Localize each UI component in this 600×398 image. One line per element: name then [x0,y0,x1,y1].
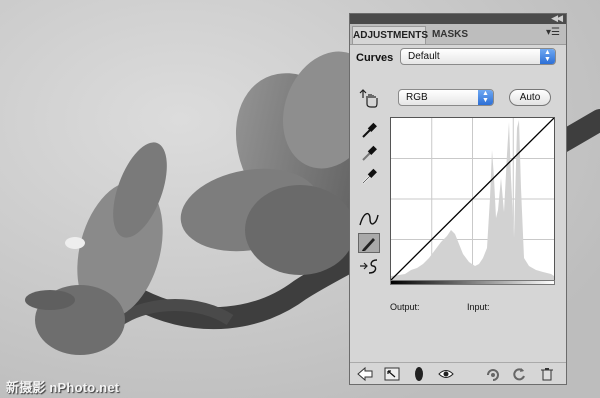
double-chevron-right-icon[interactable]: ◀◀ [551,13,563,24]
input-gradient-bar [390,280,555,285]
smooth-curve-icon[interactable] [358,256,380,276]
panel-menu-icon[interactable]: ▾☰ [546,27,560,38]
curves-plot [390,117,555,281]
up-down-arrows-icon: ▲ ▼ [540,49,555,64]
panel-footer [350,362,566,385]
up-down-arrows-icon: ▲ ▼ [478,90,493,105]
curves-label: Curves [356,52,394,64]
pencil-draw-icon[interactable] [358,233,380,253]
black-eyedropper-icon[interactable] [358,120,380,140]
trash-icon[interactable] [538,365,556,383]
output-label: Output: [390,302,420,312]
gray-eyedropper-icon[interactable] [358,143,380,163]
auto-button[interactable]: Auto [509,89,551,106]
panel-title-bar[interactable]: ◀◀ [350,13,566,24]
previous-state-icon[interactable] [484,365,502,383]
back-arrow-icon[interactable] [356,365,374,383]
adjustments-panel: ◀◀ ADJUSTMENTS MASKS ▾☰ Curves Default ▲… [349,13,567,385]
channel-select[interactable]: RGB ▲ ▼ [398,89,494,106]
curves-graph[interactable] [390,117,555,281]
curve-point-icon[interactable] [358,209,380,229]
preset-select-value: Default [408,51,440,62]
tab-masks[interactable]: MASKS [430,26,470,44]
reset-icon[interactable] [510,365,528,383]
expand-view-icon[interactable] [383,365,401,383]
on-image-adjust-icon[interactable] [358,88,380,108]
clip-layer-icon[interactable] [410,365,428,383]
visibility-eye-icon[interactable] [437,365,455,383]
white-eyedropper-icon[interactable] [358,166,380,186]
tab-adjustments[interactable]: ADJUSTMENTS [352,26,428,44]
image-canvas[interactable]: 新摄影 nPhoto.net ◀◀ ADJUSTMENTS MASKS ▾☰ C… [0,0,600,398]
panel-tabs: ADJUSTMENTS MASKS ▾☰ [350,24,566,45]
preset-select[interactable]: Default ▲ ▼ [400,48,556,65]
watermark: 新摄影 nPhoto.net [6,380,120,395]
channel-select-value: RGB [406,92,428,103]
input-label: Input: [467,302,490,312]
